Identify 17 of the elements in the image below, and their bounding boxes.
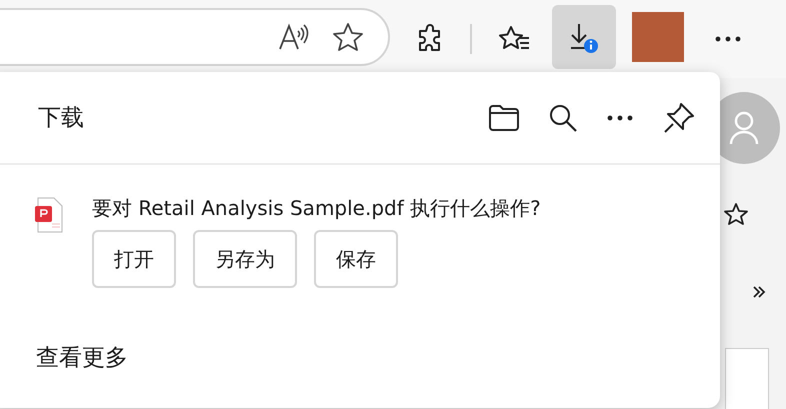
see-more-link[interactable]: 查看更多 bbox=[36, 342, 128, 373]
pdf-file-icon bbox=[34, 197, 64, 233]
folder-icon[interactable] bbox=[488, 104, 520, 132]
star-icon[interactable] bbox=[723, 202, 749, 226]
more-icon[interactable] bbox=[714, 36, 742, 42]
download-button[interactable] bbox=[552, 5, 616, 69]
read-aloud-icon[interactable] bbox=[278, 23, 310, 51]
favorite-star-icon[interactable] bbox=[332, 22, 364, 52]
panel-title: 下载 bbox=[38, 104, 84, 133]
download-prompt: 要对 Retail Analysis Sample.pdf 执行什么操作? bbox=[92, 195, 541, 222]
more-options-icon[interactable] bbox=[606, 114, 634, 120]
search-icon[interactable] bbox=[548, 102, 578, 132]
action-button[interactable]: 保存 bbox=[314, 230, 398, 288]
pin-icon[interactable] bbox=[662, 100, 696, 134]
double-chevron-icon[interactable] bbox=[752, 285, 766, 299]
action-button[interactable]: 打开 bbox=[92, 230, 176, 288]
action-button[interactable]: 另存为 bbox=[193, 230, 297, 288]
